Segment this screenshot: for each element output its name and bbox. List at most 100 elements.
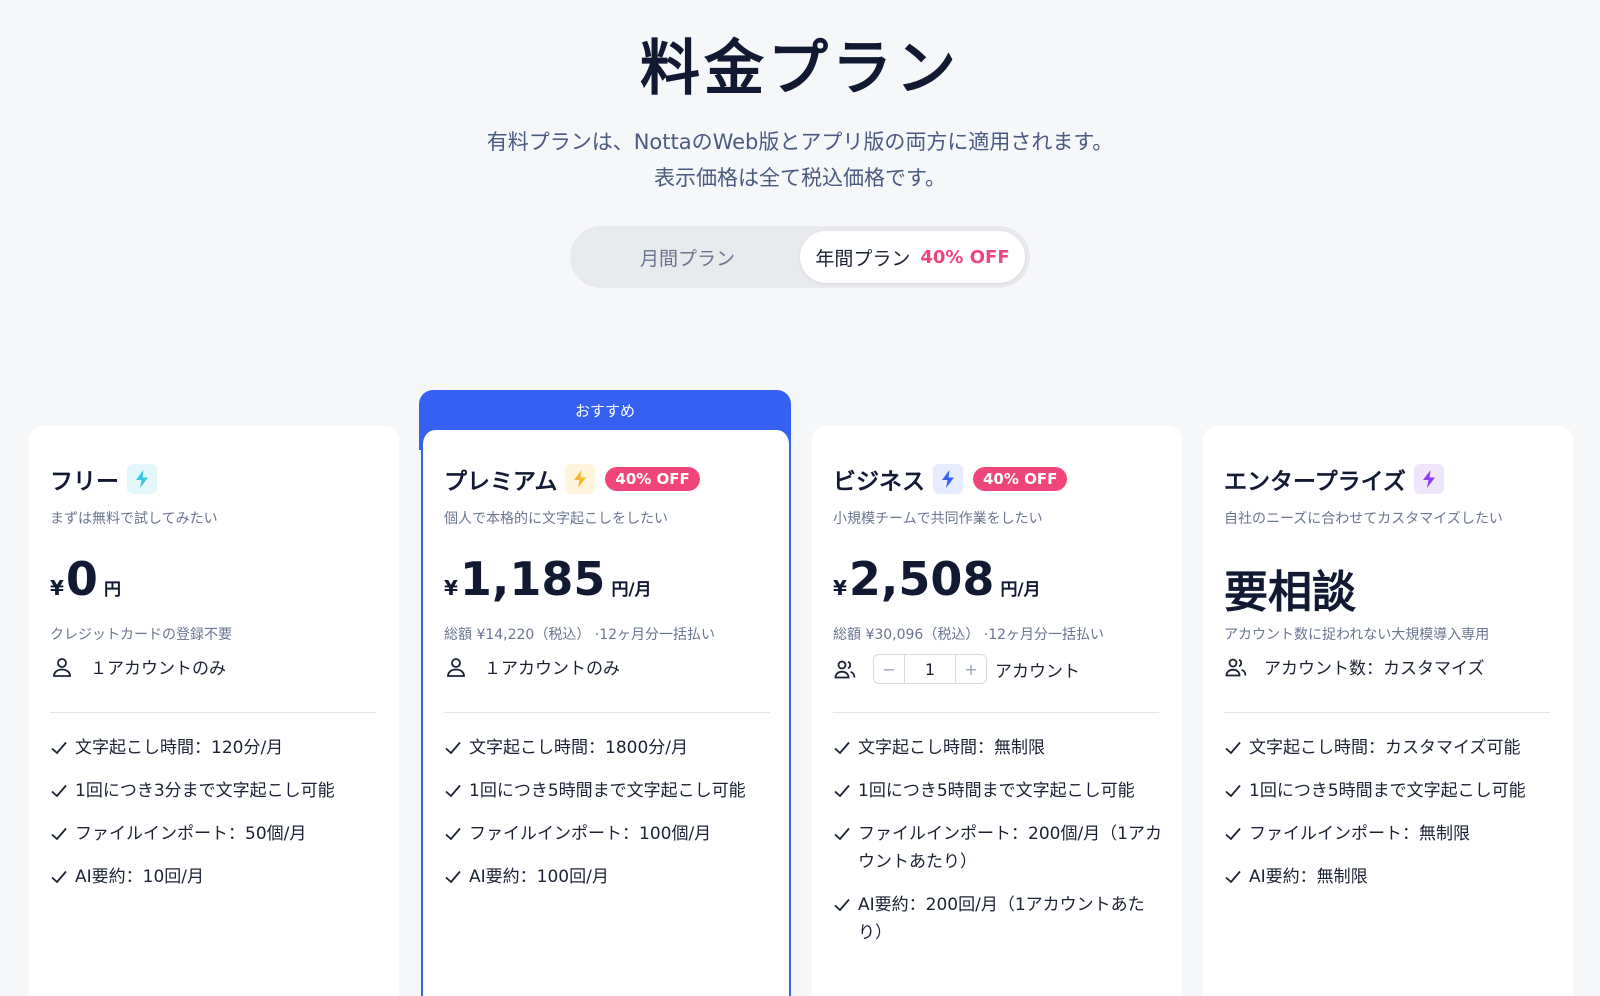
list-item: 文字起こし時間：無制限	[833, 734, 1163, 762]
check-icon	[445, 870, 461, 884]
increment-button[interactable]: +	[956, 655, 986, 683]
plan-price: ¥ 2,508 円/月	[833, 552, 1041, 606]
list-item: ファイルインポート：100個/月	[444, 820, 774, 848]
plan-description: 自社のニーズに合わせてカスタマイズしたい	[1224, 511, 1503, 527]
account-label: アカウント数：カスタマイズ	[1264, 659, 1485, 679]
plan-name: ビジネス	[833, 469, 925, 495]
account-label: １アカウントのみ	[484, 659, 620, 679]
check-icon	[445, 827, 461, 841]
plan-header: プレミアム 40% OFF	[444, 462, 700, 496]
list-item: 1回につき5時間まで文字起こし可能	[833, 777, 1163, 805]
recommended-label: おすすめ	[574, 402, 635, 420]
feature-text: 文字起こし時間：1800分/月	[469, 738, 688, 758]
account-info: アカウント数：カスタマイズ	[1224, 654, 1485, 679]
price-note: 総額 ¥14,220（税込） ·12ヶ月分一括払い	[444, 627, 716, 643]
divider	[444, 712, 770, 713]
divider	[1224, 712, 1550, 713]
billing-toggle: 月間プラン 年間プラン 40% OFF	[570, 226, 1030, 288]
bolt-icon	[127, 464, 157, 494]
users-icon	[1225, 658, 1247, 676]
account-info: − 1 + アカウント	[833, 654, 1080, 684]
bolt-icon	[565, 464, 596, 494]
check-icon	[445, 784, 461, 798]
price-amount: 1,185	[459, 552, 606, 606]
subtitle-line-2: 表示価格は全て税込価格です。	[654, 166, 946, 190]
list-item: 文字起こし時間：1800分/月	[444, 734, 774, 762]
list-item: AI要約：100回/月	[444, 863, 774, 891]
plan-description: 小規模チームで共同作業をしたい	[833, 511, 1043, 527]
price-note: アカウント数に捉われない大規模導入専用	[1224, 627, 1490, 643]
price-amount: 2,508	[848, 552, 995, 606]
check-icon	[51, 741, 67, 755]
decrement-button[interactable]: −	[874, 655, 904, 683]
check-icon	[1225, 827, 1241, 841]
price-unit: 円/月	[1000, 580, 1041, 600]
price-amount: 0	[65, 552, 98, 606]
quantity-input[interactable]: 1	[904, 655, 956, 683]
list-item: ファイルインポート：50個/月	[50, 820, 380, 848]
list-item: ファイルインポート：無制限	[1224, 820, 1554, 848]
currency-symbol: ¥	[833, 576, 847, 600]
list-item: 文字起こし時間：120分/月	[50, 734, 380, 762]
users-icon	[834, 660, 856, 679]
yearly-plan-label: 年間プラン	[815, 247, 911, 270]
bolt-icon	[1413, 464, 1444, 494]
plan-card-free: フリー まずは無料で試してみたい ¥ 0 円 クレジットカードの登録不要 １アカ…	[29, 426, 399, 996]
check-icon	[834, 827, 850, 841]
list-item: ファイルインポート：200個/月（1アカウントあたり）	[833, 820, 1163, 876]
list-item: AI要約：200回/月（1アカウントあたり）	[833, 891, 1163, 947]
yearly-plan-tab[interactable]: 年間プラン 40% OFF	[800, 231, 1025, 283]
discount-badge: 40% OFF	[973, 467, 1068, 491]
check-icon	[1225, 741, 1241, 755]
feature-list: 文字起こし時間：カスタマイズ可能 1回につき5時間まで文字起こし可能 ファイルイ…	[1224, 734, 1554, 906]
currency-symbol: ¥	[50, 576, 64, 600]
divider	[50, 712, 376, 713]
price-unit: 円/月	[611, 580, 652, 600]
list-item: 文字起こし時間：カスタマイズ可能	[1224, 734, 1554, 762]
feature-text: ファイルインポート：200個/月（1アカウントあたり）	[858, 824, 1162, 872]
list-item: 1回につき5時間まで文字起こし可能	[444, 777, 774, 805]
feature-text: ファイルインポート：100個/月	[469, 824, 712, 844]
account-quantity-stepper: − 1 +	[873, 654, 987, 684]
price-note: クレジットカードの登録不要	[50, 627, 232, 643]
feature-text: AI要約：10回/月	[75, 867, 205, 887]
feature-text: 文字起こし時間：無制限	[858, 738, 1045, 758]
check-icon	[834, 784, 850, 798]
list-item: 1回につき5時間まで文字起こし可能	[1224, 777, 1554, 805]
feature-text: 1回につき3分まで文字起こし可能	[75, 781, 335, 801]
check-icon	[51, 784, 67, 798]
account-label: １アカウントのみ	[90, 659, 226, 679]
plan-name: フリー	[50, 469, 119, 495]
user-icon	[447, 657, 465, 677]
discount-badge: 40% OFF	[605, 467, 700, 491]
plan-description: 個人で本格的に文字起こしをしたい	[444, 511, 668, 527]
account-label: アカウント	[995, 661, 1080, 682]
plan-description: まずは無料で試してみたい	[50, 511, 218, 527]
yearly-discount-tag: 40% OFF	[920, 246, 1010, 268]
feature-list: 文字起こし時間：1800分/月 1回につき5時間まで文字起こし可能 ファイルイン…	[444, 734, 774, 906]
list-item: AI要約：無制限	[1224, 863, 1554, 891]
feature-text: AI要約：無制限	[1249, 867, 1368, 887]
plan-header: フリー	[50, 462, 157, 496]
user-icon	[53, 657, 71, 677]
feature-text: ファイルインポート：50個/月	[75, 824, 307, 844]
plan-card-premium: プレミアム 40% OFF 個人で本格的に文字起こしをしたい ¥ 1,185 円…	[421, 430, 791, 996]
divider	[833, 712, 1159, 713]
plan-price: ¥ 1,185 円/月	[444, 552, 652, 606]
price-note: 総額 ¥30,096（税込） ·12ヶ月分一括払い	[833, 627, 1105, 643]
price-unit: 円	[103, 580, 121, 600]
check-icon	[1225, 784, 1241, 798]
plan-card-enterprise: エンタープライズ 自社のニーズに合わせてカスタマイズしたい 要相談 アカウント数…	[1203, 426, 1573, 996]
page-title: 料金プラン	[640, 34, 960, 104]
feature-text: AI要約：100回/月	[469, 867, 609, 887]
monthly-plan-label: 月間プラン	[639, 247, 735, 270]
feature-text: 文字起こし時間：120分/月	[75, 738, 284, 758]
list-item: 1回につき3分まで文字起こし可能	[50, 777, 380, 805]
feature-text: AI要約：200回/月（1アカウントあたり）	[858, 895, 1145, 943]
monthly-plan-tab[interactable]: 月間プラン	[575, 231, 800, 283]
plan-price: ¥ 0 円	[50, 552, 121, 606]
plan-card-business: ビジネス 40% OFF 小規模チームで共同作業をしたい ¥ 2,508 円/月…	[812, 426, 1182, 996]
plan-name: エンタープライズ	[1224, 469, 1406, 495]
plan-header: エンタープライズ	[1224, 462, 1444, 496]
plan-name: プレミアム	[444, 469, 558, 495]
